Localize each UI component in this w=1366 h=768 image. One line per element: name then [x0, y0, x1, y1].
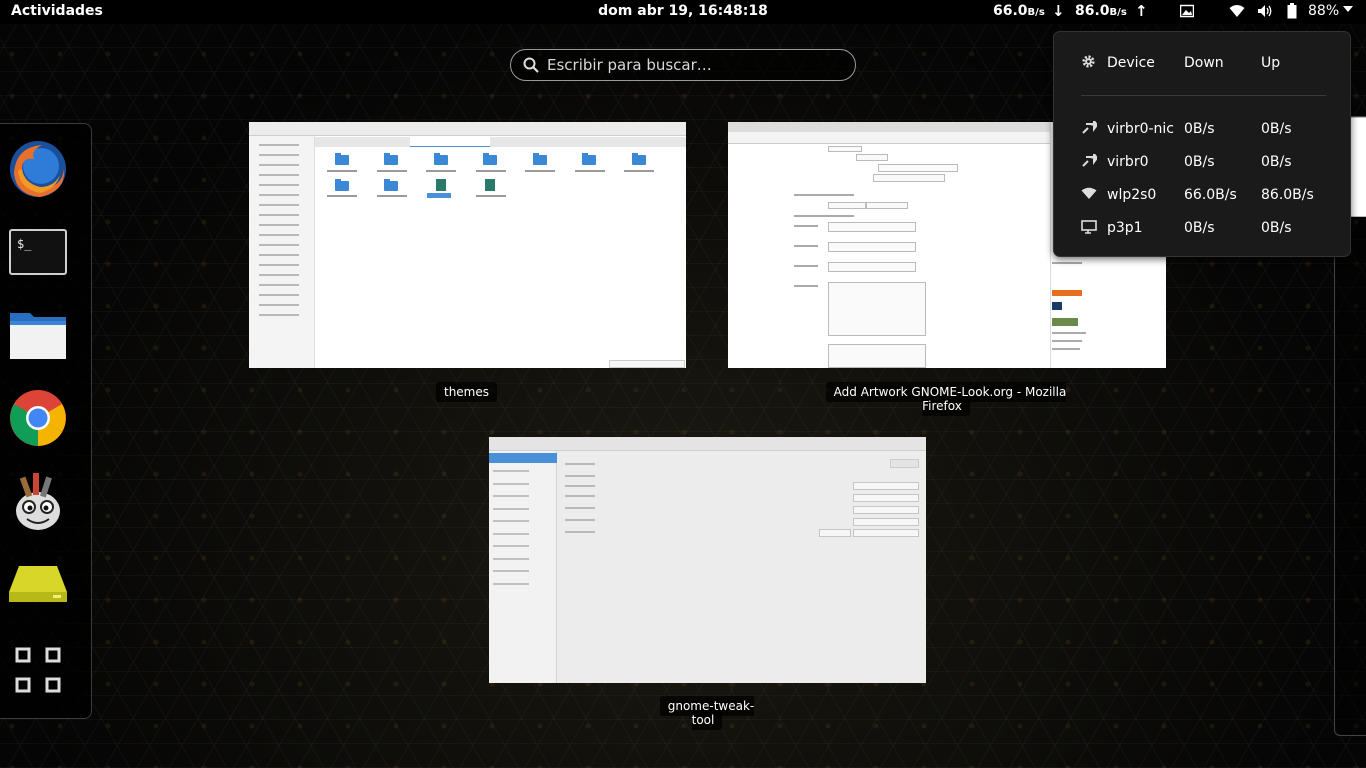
- search-icon: [523, 57, 539, 73]
- device-name: virbr0: [1107, 154, 1149, 170]
- chrome-icon[interactable]: [7, 387, 69, 449]
- device-name: wlp2s0: [1107, 187, 1157, 203]
- show-applications-icon[interactable]: [7, 639, 69, 701]
- window-caption-tweak-tool: gnome-tweak-tool: [648, 696, 766, 730]
- device-down: 66.0B/s: [1184, 187, 1237, 203]
- wired-icon: [1081, 151, 1099, 172]
- terminal-prompt: $_: [17, 237, 32, 251]
- window-caption-nautilus: themes: [428, 382, 505, 402]
- popup-separator: [1081, 95, 1326, 96]
- dash: $_: [0, 123, 92, 719]
- gear-icon: [1081, 54, 1096, 73]
- gimp-icon[interactable]: [7, 470, 69, 532]
- device-name: p3p1: [1107, 220, 1143, 236]
- tweak-sidebar: [489, 451, 557, 683]
- wifi-icon: [1081, 187, 1097, 204]
- nautilus-headerbar: [249, 122, 686, 136]
- arrow-down-icon: ↓: [1052, 2, 1065, 20]
- device-up: 0B/s: [1261, 220, 1292, 236]
- volume-icon[interactable]: [1257, 4, 1273, 22]
- device-up: 86.0B/s: [1261, 187, 1314, 203]
- folder-icon: [434, 153, 448, 165]
- net-up-value: 86.0: [1075, 3, 1110, 19]
- terminal-window-graphic: $_: [9, 229, 67, 275]
- folder-icon: [335, 153, 349, 165]
- window-thumbnail-tweak-tool[interactable]: [489, 437, 926, 683]
- net-down-value: 66.0: [993, 3, 1028, 19]
- clock-container: dom abr 19, 16:48:18: [0, 3, 1366, 19]
- battery-percentage[interactable]: 88%: [1308, 3, 1339, 19]
- files-icon[interactable]: [7, 304, 69, 366]
- net-speed-up[interactable]: 86.0B/s: [1075, 3, 1127, 19]
- folder-icon: [632, 153, 646, 165]
- battery-icon[interactable]: [1287, 3, 1297, 23]
- activities-button[interactable]: Actividades: [11, 3, 103, 19]
- device-down: 0B/s: [1184, 220, 1215, 236]
- window-caption-firefox: Add Artwork GNOME-Look.org - Mozilla Fir…: [808, 382, 1084, 416]
- device-up: 0B/s: [1261, 154, 1292, 170]
- folder-icon: [483, 153, 497, 165]
- window-thumbnail-nautilus[interactable]: [249, 122, 686, 368]
- firefox-window-title: Add Artwork GNOME-Look.org - Mozilla Fir…: [825, 382, 1067, 416]
- nautilus-tabs: [315, 137, 686, 147]
- firefox-icon[interactable]: [7, 138, 69, 200]
- device-down: 0B/s: [1184, 121, 1215, 137]
- nautilus-sidebar: [249, 136, 315, 368]
- tweak-window-title: gnome-tweak-tool: [659, 696, 755, 730]
- top-bar: Actividades dom abr 19, 16:48:18 66.0B/s…: [0, 0, 1366, 24]
- screenshot-icon[interactable]: [1179, 4, 1195, 22]
- net-speed-down[interactable]: 66.0B/s: [993, 3, 1045, 19]
- net-up-unit: B/s: [1109, 7, 1127, 18]
- folder-icon: [533, 153, 547, 165]
- device-down: 0B/s: [1184, 154, 1215, 170]
- wifi-icon[interactable]: [1229, 4, 1245, 22]
- header-device: Device: [1107, 55, 1155, 71]
- device-name: virbr0-nic: [1107, 121, 1174, 137]
- archive-icon: [436, 179, 446, 191]
- network-speed-popup: Device Down Up virbr0-nic 0B/s 0B/s virb…: [1053, 31, 1351, 257]
- folder-icon: [384, 179, 398, 191]
- folder-icon: [582, 153, 596, 165]
- folder-icon: [384, 153, 398, 165]
- search-box[interactable]: [510, 49, 856, 81]
- device-up: 0B/s: [1261, 121, 1292, 137]
- folder-icon: [335, 179, 349, 191]
- arrow-up-icon: ↑: [1135, 2, 1148, 20]
- net-down-unit: B/s: [1027, 7, 1045, 18]
- archive-icon: [485, 179, 495, 191]
- system-menu-caret-icon[interactable]: [1343, 6, 1353, 12]
- wired-icon: [1081, 118, 1099, 139]
- monitor-icon: [1081, 220, 1097, 238]
- tweak-sidebar-selected: [489, 453, 557, 463]
- header-up: Up: [1261, 55, 1281, 71]
- tweak-headerbar: [489, 437, 926, 451]
- search-input[interactable]: [547, 56, 837, 74]
- nautilus-window-title: themes: [435, 382, 498, 402]
- clock[interactable]: dom abr 19, 16:48:18: [598, 3, 768, 19]
- disk-icon[interactable]: [7, 553, 69, 615]
- header-down: Down: [1184, 55, 1224, 71]
- terminal-icon[interactable]: $_: [7, 221, 69, 283]
